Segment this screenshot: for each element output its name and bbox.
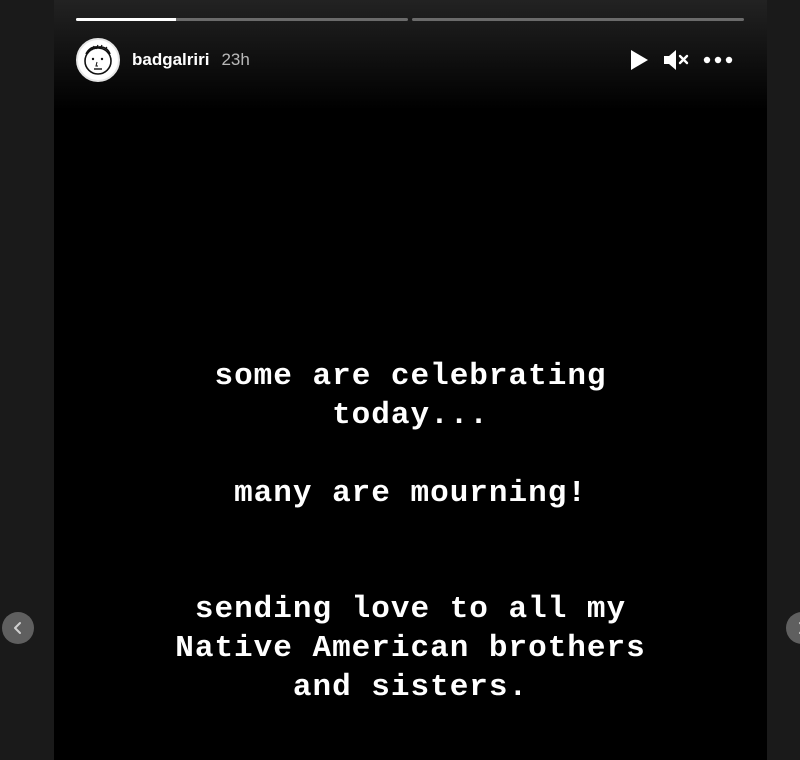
mute-button[interactable]	[663, 49, 689, 71]
story-text-line: Native American brothers	[175, 631, 646, 666]
story-progress-bar	[76, 18, 744, 21]
play-icon	[631, 50, 648, 70]
avatar[interactable]	[76, 38, 120, 82]
chevron-right-icon	[799, 622, 800, 634]
speaker-muted-icon	[664, 50, 689, 70]
story-text-line: some are celebrating	[214, 359, 607, 394]
cartoon-face-avatar-icon	[84, 44, 112, 75]
previous-story-button[interactable]	[2, 612, 34, 644]
next-story-button[interactable]	[786, 612, 800, 644]
progress-fill	[76, 18, 176, 21]
more-options-button[interactable]	[703, 56, 733, 64]
story-text-line: many are mourning!	[234, 476, 587, 511]
story-header: badgalriri 23h	[76, 36, 733, 84]
story-username[interactable]: badgalriri	[132, 50, 209, 70]
progress-segment	[412, 18, 744, 21]
story-card[interactable]: badgalriri 23h some are celebrating toda…	[54, 0, 767, 760]
story-text-line: sending love to all my	[194, 592, 627, 627]
story-timestamp: 23h	[221, 50, 250, 69]
more-options-icon	[703, 56, 733, 64]
chevron-left-icon	[14, 622, 21, 634]
progress-segment	[76, 18, 408, 21]
story-controls	[629, 49, 733, 71]
story-text-line: and sisters.	[292, 670, 529, 705]
story-text-line: today...	[332, 398, 489, 433]
story-viewer: badgalriri 23h some are celebrating toda…	[0, 0, 800, 760]
play-button[interactable]	[629, 49, 649, 71]
